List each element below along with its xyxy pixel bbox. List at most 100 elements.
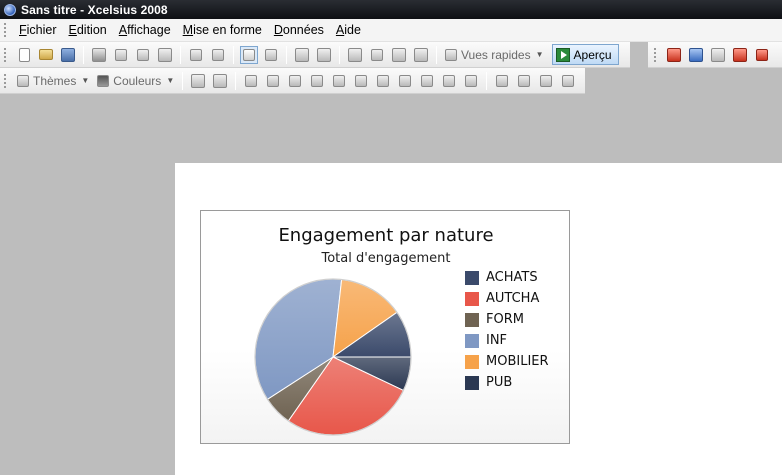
- toolbar-grip[interactable]: [654, 47, 657, 62]
- ungroup-selection-button[interactable]: [211, 72, 229, 90]
- legend-label: AUTCHA: [486, 291, 540, 306]
- menu-mise-en-forme[interactable]: Mise en forme: [177, 23, 268, 37]
- bring-forward-icon: [518, 74, 531, 87]
- ungroup-icon: [371, 48, 383, 61]
- redo-button[interactable]: [209, 46, 227, 64]
- cut-button[interactable]: [112, 46, 130, 64]
- align-bottom-button[interactable]: [352, 72, 370, 90]
- bring-to-front-icon: [496, 74, 509, 87]
- same-height-icon: [443, 74, 456, 87]
- menu-donnees[interactable]: Données: [268, 23, 330, 37]
- export-ppt-icon: [756, 48, 768, 61]
- align-bottom-icon: [355, 74, 368, 87]
- export-pdf-icon: [733, 47, 747, 62]
- quick-views-dropdown[interactable]: Vues rapides ▼: [441, 45, 548, 65]
- dropdown-caret-icon: ▼: [81, 76, 90, 85]
- toolbar-separator: [83, 45, 84, 64]
- fit-canvas-button[interactable]: [390, 46, 408, 64]
- legend-swatch: [465, 333, 479, 348]
- open-button[interactable]: [37, 46, 55, 64]
- same-size-icon: [465, 74, 478, 87]
- bring-to-front-button[interactable]: [493, 72, 511, 90]
- xcelsius-app-icon[interactable]: [4, 3, 16, 16]
- distribute-vertical-icon: [399, 74, 412, 87]
- menu-fichier[interactable]: Fichier: [13, 23, 63, 37]
- align-left-button[interactable]: [242, 72, 260, 90]
- distribute-vertical-button[interactable]: [396, 72, 414, 90]
- ungroup-button[interactable]: [368, 46, 386, 64]
- legend-swatch: [465, 312, 479, 327]
- preview-button[interactable]: Aperçu: [551, 44, 619, 65]
- toolbar-grip[interactable]: [4, 47, 7, 62]
- export-flash-button[interactable]: [665, 46, 683, 64]
- dropdown-caret-icon: ▼: [166, 76, 175, 85]
- send-backward-button[interactable]: [537, 72, 555, 90]
- ungroup-selection-icon: [213, 73, 228, 88]
- print-button[interactable]: [90, 46, 108, 64]
- menu-edition[interactable]: Edition: [63, 23, 113, 37]
- expand-canvas-button[interactable]: [412, 46, 430, 64]
- export-word-button[interactable]: [687, 46, 705, 64]
- toolbar-separator: [180, 45, 181, 64]
- colors-dropdown[interactable]: Couleurs ▼: [93, 71, 178, 91]
- distribute-horizontal-icon: [377, 74, 390, 87]
- paste-icon: [158, 47, 172, 62]
- expand-canvas-icon: [414, 47, 428, 62]
- data-manager-icon: [317, 47, 331, 62]
- export-toolbar: [648, 42, 782, 68]
- chart-legend: ACHATS AUTCHA FORM INF MOBILIER PUB: [465, 267, 549, 393]
- open-folder-icon: [39, 49, 53, 60]
- group-button[interactable]: [346, 46, 364, 64]
- menubar-grip[interactable]: [4, 23, 7, 37]
- align-top-button[interactable]: [308, 72, 326, 90]
- menu-aide[interactable]: Aide: [330, 23, 367, 37]
- distribute-horizontal-button[interactable]: [374, 72, 392, 90]
- crosshair-button[interactable]: [262, 46, 280, 64]
- align-center-icon: [267, 74, 280, 87]
- title-bar: Sans titre - Xcelsius 2008: [0, 0, 782, 19]
- menu-affichage[interactable]: Affichage: [113, 23, 177, 37]
- play-icon: [555, 47, 570, 62]
- legend-label: FORM: [486, 312, 524, 327]
- new-button[interactable]: [15, 46, 33, 64]
- menu-bar: Fichier Edition Affichage Mise en forme …: [0, 19, 782, 42]
- pie-chart-component[interactable]: Engagement par nature Total d'engagement…: [200, 210, 570, 444]
- same-width-button[interactable]: [418, 72, 436, 90]
- legend-item-mobilier: MOBILIER: [465, 351, 549, 372]
- legend-item-inf: INF: [465, 330, 549, 351]
- export-swf-icon: [667, 47, 681, 62]
- copy-icon: [137, 48, 149, 61]
- same-size-button[interactable]: [462, 72, 480, 90]
- align-right-button[interactable]: [286, 72, 304, 90]
- import-spreadsheet-button[interactable]: [293, 46, 311, 64]
- export-pdf-button[interactable]: [731, 46, 749, 64]
- preview-label: Aperçu: [573, 47, 612, 62]
- save-button[interactable]: [59, 46, 77, 64]
- send-to-back-button[interactable]: [559, 72, 577, 90]
- themes-dropdown[interactable]: Thèmes ▼: [13, 71, 93, 91]
- group-selection-icon: [191, 73, 206, 88]
- align-middle-icon: [333, 74, 346, 87]
- colors-icon: [97, 74, 110, 87]
- same-height-button[interactable]: [440, 72, 458, 90]
- align-center-button[interactable]: [264, 72, 282, 90]
- paste-button[interactable]: [156, 46, 174, 64]
- align-middle-button[interactable]: [330, 72, 348, 90]
- undo-button[interactable]: [187, 46, 205, 64]
- legend-swatch: [465, 270, 479, 285]
- toolbar-grip[interactable]: [4, 73, 7, 88]
- legend-label: PUB: [486, 375, 513, 390]
- themes-icon: [17, 74, 29, 87]
- bring-forward-button[interactable]: [515, 72, 533, 90]
- group-selection-button[interactable]: [189, 72, 207, 90]
- data-manager-button[interactable]: [315, 46, 333, 64]
- send-backward-icon: [540, 74, 553, 87]
- selection-pointer-button[interactable]: [240, 45, 258, 64]
- export-html-button[interactable]: [709, 46, 727, 64]
- copy-button[interactable]: [134, 46, 152, 64]
- legend-item-pub: PUB: [465, 372, 549, 393]
- legend-swatch: [465, 291, 479, 306]
- export-ppt-button[interactable]: [753, 46, 771, 64]
- toolbar-separator: [182, 71, 184, 90]
- format-toolbar: Thèmes ▼ Couleurs ▼: [0, 68, 585, 94]
